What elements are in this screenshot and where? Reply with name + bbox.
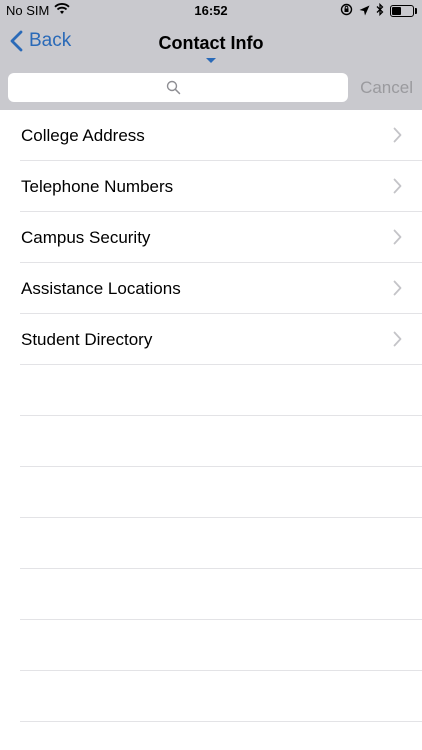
empty-list-row (20, 365, 422, 416)
navigation-bar: Back Contact Info (0, 22, 422, 67)
empty-list-row (20, 518, 422, 569)
search-input[interactable] (8, 73, 348, 102)
list-item-label: Student Directory (21, 330, 153, 349)
list-item-college-address[interactable]: College Address (20, 110, 422, 161)
empty-list-row (20, 569, 422, 620)
chevron-right-icon (393, 229, 402, 245)
battery-fill (392, 7, 401, 15)
title-dropdown-caret-icon[interactable] (206, 58, 216, 63)
list-item-label: Telephone Numbers (21, 177, 174, 196)
orientation-lock-icon (340, 3, 353, 19)
list-item-telephone-numbers[interactable]: Telephone Numbers (20, 161, 422, 212)
list-item-assistance-locations[interactable]: Assistance Locations (20, 263, 422, 314)
chevron-right-icon (393, 280, 402, 296)
empty-list-row (20, 416, 422, 467)
empty-list-row (20, 671, 422, 722)
empty-list-row (20, 467, 422, 518)
list-item-label: Assistance Locations (21, 279, 181, 298)
page-title[interactable]: Contact Info (0, 33, 422, 54)
contact-list: College Address Telephone Numbers Campus… (0, 110, 422, 722)
location-arrow-icon (359, 4, 370, 19)
empty-list-row (20, 620, 422, 671)
chevron-right-icon (393, 178, 402, 194)
chevron-right-icon (393, 331, 402, 347)
list-item-campus-security[interactable]: Campus Security (20, 212, 422, 263)
bluetooth-icon (376, 2, 384, 19)
battery-icon (390, 5, 417, 17)
status-right (340, 2, 417, 19)
list-item-label: College Address (21, 126, 145, 145)
search-field[interactable] (8, 73, 348, 102)
list-item-student-directory[interactable]: Student Directory (20, 314, 422, 365)
status-bar: No SIM 16:52 (0, 0, 422, 22)
chevron-right-icon (393, 127, 402, 143)
cancel-button[interactable]: Cancel (360, 78, 413, 98)
search-bar: Cancel (0, 67, 422, 110)
list-item-label: Campus Security (21, 228, 151, 247)
